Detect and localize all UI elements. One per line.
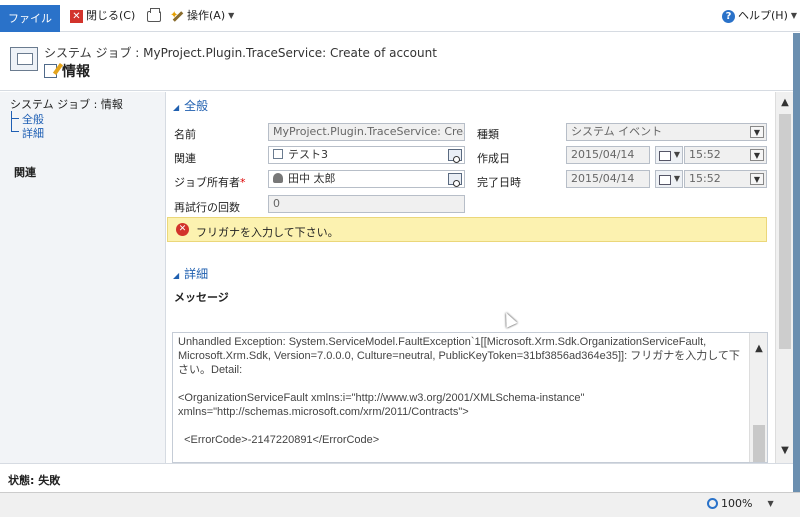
chevron-down-icon[interactable]: ▼ — [750, 149, 764, 161]
calendar-icon[interactable]: ▼ — [655, 170, 683, 188]
actions-icon — [170, 6, 184, 26]
retry-field[interactable]: 0 — [268, 195, 465, 213]
nav-item-details[interactable]: 詳細 — [22, 125, 44, 141]
lookup-search-icon[interactable] — [448, 173, 462, 187]
owner-lookup[interactable]: 田中 太郎 — [268, 170, 465, 188]
name-field[interactable]: MyProject.Plugin.TraceService: Create of… — [268, 123, 465, 141]
form-edit-icon — [44, 64, 57, 78]
status-bar: 状態: 失敗 — [0, 463, 793, 492]
nav-related-heading: 関連 — [14, 166, 36, 179]
form-scrollbar[interactable]: ▲ ▼ — [775, 92, 793, 463]
scroll-up-icon[interactable]: ▲ — [750, 343, 767, 354]
help-icon: ? — [722, 9, 735, 23]
left-navigation: システム ジョブ : 情報 全般 詳細 関連 — [0, 92, 166, 463]
system-job-icon — [10, 47, 38, 71]
close-button[interactable]: ✕ 閉じる(C) — [70, 6, 135, 26]
message-label: メッセージ — [174, 291, 229, 304]
record-subtitle: システム ジョブ : MyProject.Plugin.TraceService… — [44, 46, 437, 60]
scroll-down-icon[interactable]: ▼ — [776, 445, 794, 456]
document-icon — [273, 149, 283, 159]
window-border — [793, 33, 800, 492]
scroll-thumb[interactable] — [753, 425, 765, 462]
chevron-down-icon[interactable]: ▼ — [767, 499, 773, 508]
message-scrollbar[interactable]: ▲ — [749, 333, 767, 462]
form-header: システム ジョブ : MyProject.Plugin.TraceService… — [0, 33, 800, 91]
print-button[interactable] — [147, 6, 161, 26]
section-general-header[interactable]: ◢ 全般 — [173, 97, 208, 114]
form-body: ◢ 全般 名前 MyProject.Plugin.TraceService: Cr… — [167, 92, 775, 463]
name-label: 名前 — [174, 128, 196, 141]
notification-text: フリガナを入力して下さい。 — [196, 226, 339, 239]
error-icon: ✕ — [176, 223, 189, 236]
close-button-label: 閉じる(C) — [86, 9, 136, 22]
regarding-label: 関連 — [174, 152, 196, 165]
type-label: 種類 — [477, 128, 499, 141]
chevron-down-icon[interactable]: ▼ — [750, 126, 764, 138]
ribbon: ファイル ✕ 閉じる(C) 操作(A) ▼ ? ヘルプ(H) ▼ — [0, 0, 800, 32]
print-icon — [147, 7, 161, 22]
section-details-header[interactable]: ◢ 詳細 — [173, 265, 208, 282]
chevron-down-icon: ▼ — [228, 11, 235, 20]
scroll-thumb[interactable] — [779, 114, 791, 349]
help-button[interactable]: ? ヘルプ(H) ▼ — [722, 6, 797, 26]
zoom-control[interactable]: 100% ▼ — [707, 497, 774, 510]
help-button-label: ヘルプ(H) — [738, 9, 788, 22]
status-text: 状態: 失敗 — [8, 474, 61, 487]
lookup-search-icon[interactable] — [448, 149, 462, 163]
zoom-icon — [707, 498, 718, 509]
message-textarea[interactable]: Unhandled Exception: System.ServiceModel… — [172, 332, 768, 463]
browser-status-bar: 100% ▼ — [0, 492, 800, 517]
file-tab[interactable]: ファイル — [0, 5, 60, 32]
form-title: 情報 — [62, 64, 90, 80]
close-icon: ✕ — [70, 9, 83, 23]
calendar-icon[interactable]: ▼ — [655, 146, 683, 164]
message-text: Unhandled Exception: System.ServiceModel… — [178, 336, 740, 446]
actions-button-label: 操作(A) — [187, 9, 226, 22]
chevron-down-icon[interactable]: ▼ — [750, 173, 764, 185]
owner-label: ジョブ所有者* — [174, 176, 246, 189]
scroll-up-icon[interactable]: ▲ — [776, 97, 794, 108]
section-collapse-icon: ◢ — [173, 103, 180, 112]
chevron-down-icon: ▼ — [790, 11, 798, 20]
nav-title: システム ジョブ : 情報 — [10, 98, 123, 111]
nav-tree-lines — [11, 111, 19, 132]
created-date-field[interactable]: 2015/04/14 — [566, 146, 650, 164]
retry-label: 再試行の回数 — [174, 201, 240, 214]
completed-label: 完了日時 — [477, 176, 521, 189]
user-icon — [273, 173, 283, 183]
created-time-field[interactable]: 15:52 ▼ — [684, 146, 767, 164]
required-marker: * — [240, 176, 246, 189]
completed-time-field[interactable]: 15:52 ▼ — [684, 170, 767, 188]
regarding-lookup[interactable]: テスト3 — [268, 146, 465, 164]
actions-button[interactable]: 操作(A) ▼ — [170, 6, 234, 26]
created-label: 作成日 — [477, 152, 510, 165]
completed-date-field[interactable]: 2015/04/14 — [566, 170, 650, 188]
section-collapse-icon: ◢ — [173, 271, 180, 280]
notification-bar: ✕ フリガナを入力して下さい。 — [167, 217, 767, 242]
type-select[interactable]: システム イベント ▼ — [566, 123, 767, 141]
